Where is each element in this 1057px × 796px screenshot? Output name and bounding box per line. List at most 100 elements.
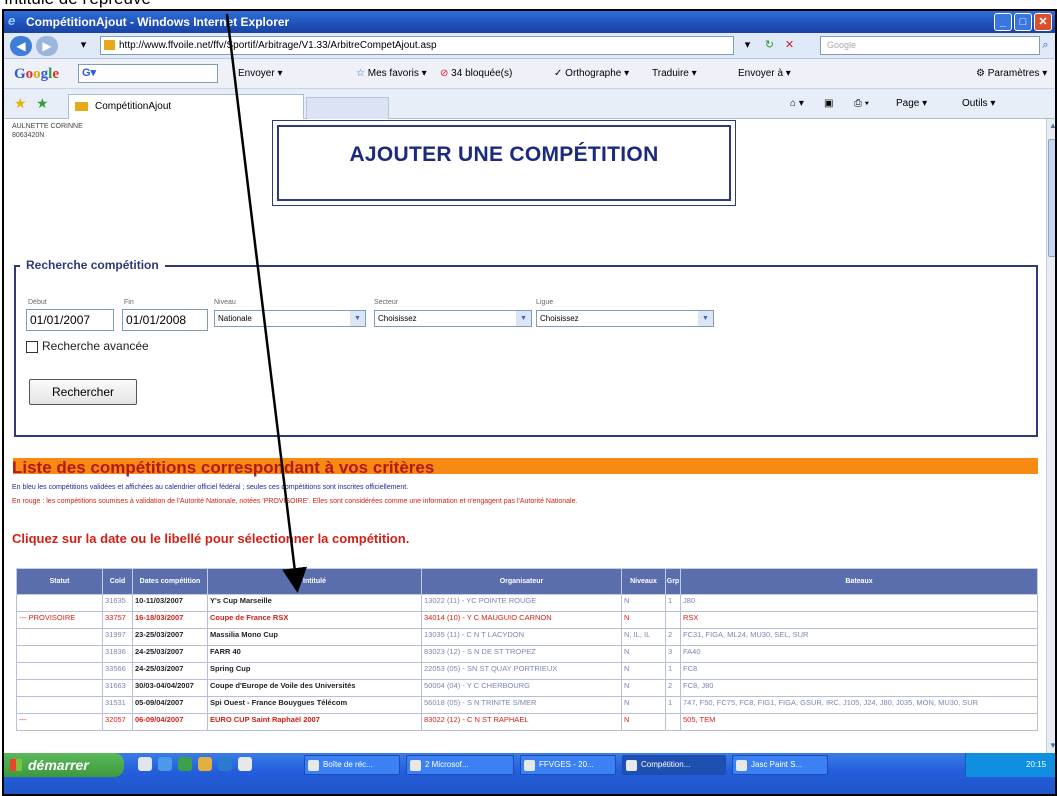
table-row[interactable]: 31635 10-11/03/2007 Y's Cup Marseille 13022… xyxy=(16,594,1038,612)
stop-icon[interactable]: ✕ xyxy=(782,38,797,53)
page-menu[interactable]: Page ▾ xyxy=(896,98,927,110)
windows-logo-icon xyxy=(10,759,22,771)
cell-organisateur: 83023 (12) - S N DE ST TROPEZ xyxy=(421,645,622,663)
cell-cold: 31836 xyxy=(102,645,133,663)
cell-statut: --- PROVISOIRE xyxy=(16,611,103,629)
ligue-select[interactable]: Choisissez ▼ xyxy=(536,310,714,327)
page-title-box: AJOUTER UNE COMPÉTITION xyxy=(272,120,736,206)
table-row[interactable]: 31997 23-25/03/2007 Massilia Mono Cup 13035… xyxy=(16,628,1038,646)
window-controls: _ □ ✕ xyxy=(994,13,1052,31)
cell-dates[interactable]: 05-09/04/2007 xyxy=(132,696,208,714)
cell-dates[interactable]: 30/03-04/04/2007 xyxy=(132,679,208,697)
home-icon[interactable]: ⌂ ▾ xyxy=(790,98,804,110)
cell-niveau: N, IL, IL xyxy=(621,628,666,646)
debut-date-input[interactable]: 01/01/2007 xyxy=(26,309,114,331)
cell-dates[interactable]: 23-25/03/2007 xyxy=(132,628,208,646)
taskbar: démarrer Boîte de réc... 2 Microsof... F… xyxy=(4,753,1055,794)
table-row[interactable]: 33566 24-25/03/2007 Spring Cup 22053 (05) -… xyxy=(16,662,1038,680)
chevron-down-icon: ▼ xyxy=(350,311,365,326)
task-word[interactable]: 2 Microsof... xyxy=(406,755,514,775)
ie-quicklaunch-icon[interactable] xyxy=(158,757,172,771)
cell-grp: 1 xyxy=(665,662,681,680)
url-field[interactable]: http://www.ffvoile.net/ffv/Sportif/Arbit… xyxy=(100,36,734,55)
folder-quicklaunch-icon[interactable] xyxy=(198,757,212,771)
google-spellcheck-item[interactable]: ✓ Orthographe ▾ xyxy=(554,67,629,81)
table-row[interactable]: 31531 05-09/04/2007 Spi Ouest - France Bou… xyxy=(16,696,1038,714)
excel-quicklaunch-icon[interactable] xyxy=(178,757,192,771)
google-send-item[interactable]: Envoyer ▾ xyxy=(238,67,282,81)
scroll-down-icon[interactable]: ▼ xyxy=(1047,739,1055,753)
print-icon[interactable]: ⎙ ▾ xyxy=(854,98,869,110)
start-button[interactable]: démarrer xyxy=(4,753,124,777)
fin-label: Fin xyxy=(124,299,134,306)
minimize-button[interactable]: _ xyxy=(994,13,1012,31)
cell-dates[interactable]: 10-11/03/2007 xyxy=(132,594,208,612)
chevron-down-icon: ▼ xyxy=(516,311,531,326)
cell-intitule[interactable]: Spring Cup xyxy=(207,662,422,680)
app-quicklaunch-icon[interactable] xyxy=(218,757,232,771)
cell-dates[interactable]: 24-25/03/2007 xyxy=(132,662,208,680)
cell-grp xyxy=(665,713,681,731)
google-translate-item[interactable]: Traduire ▾ xyxy=(652,67,697,81)
tab-row: ★ ★ CompétitionAjout ⌂ ▾ ▣ ⎙ ▾ Page ▾ Ou… xyxy=(4,89,1055,119)
task-ffvges[interactable]: FFVGES - 20... xyxy=(520,755,616,775)
cell-intitule[interactable]: Coupe d'Europe de Voile des Universités xyxy=(207,679,422,697)
task-competition[interactable]: Compétition... xyxy=(622,755,726,775)
cell-organisateur: 56018 (05) - S N TRINITE S/MER xyxy=(421,696,622,714)
add-favorite-icon[interactable]: ★ xyxy=(36,95,49,112)
google-settings-item[interactable]: ⚙ Paramètres ▾ xyxy=(976,67,1047,81)
advanced-search-label[interactable]: Recherche avancée xyxy=(42,339,149,353)
feeds-icon[interactable]: ▣ xyxy=(824,98,833,110)
gear-icon: ⚙ xyxy=(976,68,985,79)
table-row[interactable]: 31663 30/03-04/04/2007 Coupe d'Europe de V… xyxy=(16,679,1038,697)
secteur-select[interactable]: Choisissez ▼ xyxy=(374,310,532,327)
scroll-up-icon[interactable]: ▲ xyxy=(1047,119,1055,133)
advanced-search-checkbox[interactable] xyxy=(26,341,38,353)
cell-grp xyxy=(665,611,681,629)
cell-statut xyxy=(16,645,103,663)
table-row[interactable]: --- PROVISOIRE 33757 16-18/03/2007 Coupe de… xyxy=(16,611,1038,629)
scroll-thumb[interactable] xyxy=(1048,139,1055,257)
dropdown-arrow-icon[interactable]: ▾ xyxy=(76,38,91,53)
cell-intitule[interactable]: Spi Ouest - France Bouygues Télécom xyxy=(207,696,422,714)
google-sendto-item[interactable]: Envoyer à ▾ xyxy=(738,67,791,81)
list-title: Liste des compétitions correspondant à v… xyxy=(12,458,435,477)
new-tab-button[interactable] xyxy=(306,97,389,119)
google-blocked-item[interactable]: ⊘ 34 bloquée(s) xyxy=(440,67,512,81)
cell-bateaux: RSX xyxy=(680,611,1038,629)
media-quicklaunch-icon[interactable] xyxy=(238,757,252,771)
niveau-label: Niveau xyxy=(214,299,236,306)
search-input[interactable]: Google xyxy=(820,36,1040,55)
forward-button[interactable]: ▶ xyxy=(36,36,58,56)
favorites-star-icon[interactable]: ★ xyxy=(14,95,27,112)
task-mail[interactable]: Boîte de réc... xyxy=(304,755,400,775)
table-row[interactable]: 31836 24-25/03/2007 FARR 40 83023 (12) - S … xyxy=(16,645,1038,663)
user-id: 8063420N xyxy=(12,132,45,139)
fin-date-input[interactable]: 01/01/2008 xyxy=(122,309,208,331)
google-favorites-item[interactable]: ☆ Mes favoris ▾ xyxy=(356,67,427,81)
tab-current[interactable]: CompétitionAjout xyxy=(68,94,304,119)
google-search-input[interactable]: G▾ xyxy=(78,64,218,83)
refresh-icon[interactable]: ↻ xyxy=(762,38,777,53)
cell-intitule[interactable]: Coupe de France RSX xyxy=(207,611,422,629)
maximize-button[interactable]: □ xyxy=(1014,13,1032,31)
tools-menu[interactable]: Outils ▾ xyxy=(962,98,995,110)
url-dropdown-icon[interactable]: ▾ xyxy=(740,38,755,53)
table-row[interactable]: --- 32057 06-09/04/2007 EURO CUP Saint Raph… xyxy=(16,713,1038,731)
cell-intitule[interactable]: EURO CUP Saint Raphaël 2007 xyxy=(207,713,422,731)
desktop-quicklaunch-icon[interactable] xyxy=(138,757,152,771)
cell-intitule[interactable]: Massilia Mono Cup xyxy=(207,628,422,646)
search-icon[interactable]: ⌕ xyxy=(1038,38,1053,53)
niveau-select[interactable]: Nationale ▼ xyxy=(214,310,366,327)
cell-dates[interactable]: 24-25/03/2007 xyxy=(132,645,208,663)
cell-intitule[interactable]: FARR 40 xyxy=(207,645,422,663)
search-button[interactable]: Rechercher xyxy=(29,379,137,405)
cell-dates[interactable]: 06-09/04/2007 xyxy=(132,713,208,731)
cell-dates[interactable]: 16-18/03/2007 xyxy=(132,611,208,629)
close-button[interactable]: ✕ xyxy=(1034,13,1052,31)
vertical-scrollbar[interactable]: ▲ ▼ xyxy=(1046,119,1055,753)
cell-cold: 31663 xyxy=(102,679,133,697)
back-button[interactable]: ◀ xyxy=(10,36,32,56)
task-paintshop[interactable]: Jasc Paint S... xyxy=(732,755,828,775)
cell-intitule[interactable]: Y's Cup Marseille xyxy=(207,594,422,612)
